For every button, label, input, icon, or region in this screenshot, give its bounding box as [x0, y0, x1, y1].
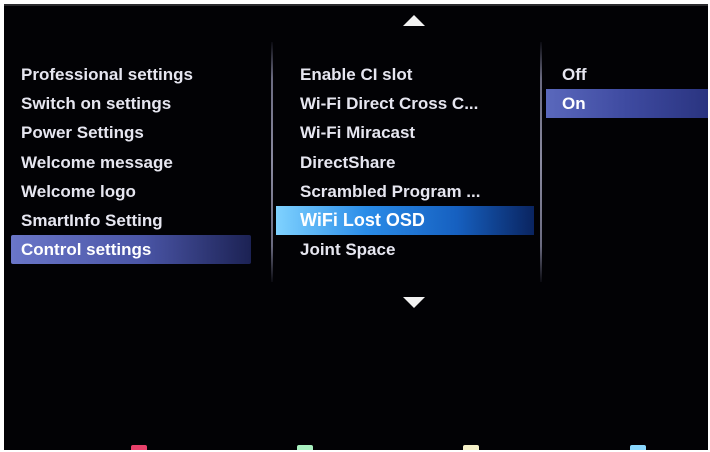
left-menu: Professional settings Switch on settings… — [11, 60, 251, 265]
red-color-key[interactable] — [131, 445, 147, 450]
menu-item-welcome-message[interactable]: Welcome message — [11, 148, 251, 177]
value-menu: Off On — [546, 60, 708, 119]
menu-item-smartinfo-setting[interactable]: SmartInfo Setting — [11, 206, 251, 235]
middle-menu: Enable CI slot Wi-Fi Direct Cross C... W… — [276, 60, 534, 264]
option-off[interactable]: Off — [546, 60, 708, 89]
blue-color-key[interactable] — [630, 445, 646, 450]
tv-settings-screen: Professional settings Switch on settings… — [4, 4, 708, 450]
menu-item-wifi-lost-osd[interactable]: WiFi Lost OSD — [276, 205, 534, 236]
column-divider-left — [271, 42, 273, 282]
scroll-down-arrow-icon[interactable] — [403, 297, 425, 308]
column-divider-right — [540, 42, 542, 282]
menu-item-control-settings[interactable]: Control settings — [11, 235, 251, 265]
menu-item-wifi-miracast[interactable]: Wi-Fi Miracast — [276, 118, 534, 147]
option-on[interactable]: On — [546, 89, 708, 119]
green-color-key[interactable] — [297, 445, 313, 450]
menu-item-joint-space[interactable]: Joint Space — [276, 235, 534, 264]
yellow-color-key[interactable] — [463, 445, 479, 450]
top-edge-line — [4, 4, 708, 6]
menu-item-switch-on-settings[interactable]: Switch on settings — [11, 89, 251, 118]
menu-item-directshare[interactable]: DirectShare — [276, 148, 534, 177]
menu-item-professional-settings[interactable]: Professional settings — [11, 60, 251, 89]
menu-item-wifi-direct-cross[interactable]: Wi-Fi Direct Cross C... — [276, 89, 534, 118]
menu-item-scrambled-program[interactable]: Scrambled Program ... — [276, 177, 534, 206]
menu-item-enable-ci-slot[interactable]: Enable CI slot — [276, 60, 534, 89]
menu-item-welcome-logo[interactable]: Welcome logo — [11, 177, 251, 206]
scroll-up-arrow-icon[interactable] — [403, 15, 425, 26]
menu-item-power-settings[interactable]: Power Settings — [11, 118, 251, 147]
